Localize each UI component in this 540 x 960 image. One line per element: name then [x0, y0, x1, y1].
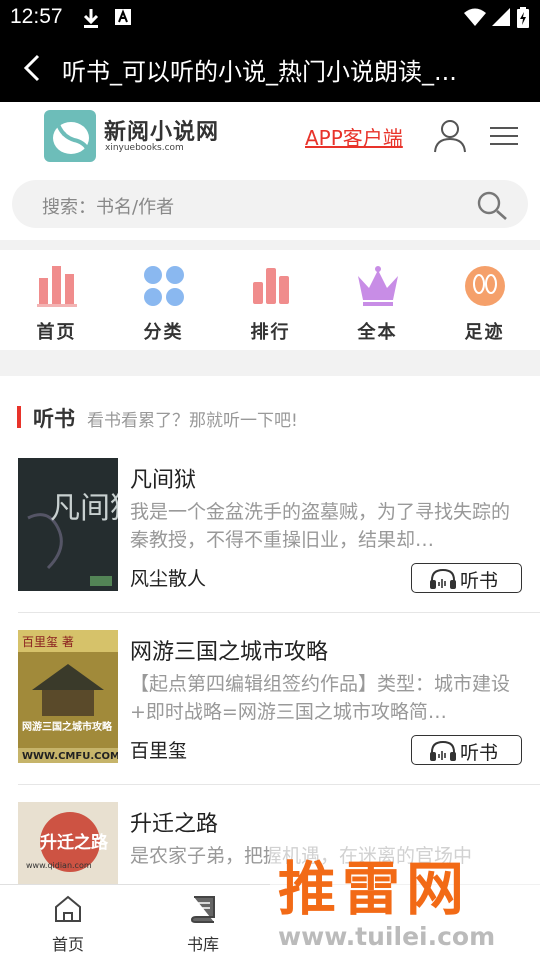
cover-author: 百里玺 著 [22, 635, 74, 649]
nav-item-category[interactable]: 分类 [110, 264, 217, 344]
watermark-url: www.tuilei.com [278, 922, 496, 951]
bar-chart-icon [36, 266, 77, 307]
status-bar: 12:57 [0, 0, 540, 36]
category-nav: 首页 分类 排行 全本 足迹 [0, 250, 540, 350]
nav-item-complete[interactable]: 全本 [324, 264, 431, 344]
headphones-icon [430, 740, 456, 761]
text-a-icon [115, 9, 131, 25]
listen-label: 听书 [460, 570, 499, 592]
bottom-nav-home[interactable]: 首页 [23, 895, 113, 955]
book-cover[interactable]: 凡间狱 [18, 458, 118, 591]
user-icon[interactable] [432, 118, 468, 154]
book-author: 百里玺 [130, 740, 188, 762]
home-icon [55, 895, 81, 922]
listen-button[interactable]: 听书 [411, 735, 522, 765]
footprint-icon [464, 266, 505, 306]
book-icon [190, 896, 215, 923]
section-accent-bar [17, 406, 21, 428]
menu-icon[interactable] [489, 126, 519, 146]
divider [0, 240, 540, 250]
section-subtitle: 看书看累了？那就听一下吧! [87, 411, 298, 431]
divider [18, 784, 540, 785]
book-title[interactable]: 凡间狱 [130, 462, 196, 494]
battery-icon [517, 7, 529, 28]
wifi-icon [464, 8, 486, 26]
book-title[interactable]: 网游三国之城市攻略 [130, 634, 328, 666]
logo-icon[interactable] [44, 110, 96, 162]
nav-item-ranking[interactable]: 排行 [217, 264, 324, 344]
book-item[interactable]: 百里玺 著 网游三国之城市攻略 WWW.CMFU.COM 网游三国之城市攻略 【… [0, 630, 540, 802]
cover-url: www.qidian.com [26, 861, 92, 870]
cover-url: WWW.CMFU.COM [22, 751, 118, 762]
signal-icon [492, 8, 510, 26]
listen-button[interactable]: 听书 [411, 563, 522, 593]
nav-item-home[interactable]: 首页 [3, 264, 110, 344]
back-arrow-icon[interactable] [14, 50, 50, 86]
site-url: xinyuebooks.com [105, 143, 184, 153]
site-name: 新阅小说网 [104, 120, 220, 145]
search-input[interactable]: 搜索：书名/作者 [42, 193, 174, 219]
nav-label: 分类 [143, 322, 184, 343]
status-time: 12:57 [10, 5, 63, 28]
cover-title: 升迁之路 [40, 832, 109, 853]
book-title[interactable]: 升迁之路 [130, 806, 218, 838]
book-description: 我是一个金盆洗手的盗墓贼，为了寻找失踪的秦教授，不得不重操旧业，结果却… [130, 501, 511, 551]
crown-icon [357, 266, 398, 306]
grid-dots-icon [143, 266, 184, 306]
download-icon [83, 9, 99, 28]
watermark: 推雷网 www.tuilei.com [270, 842, 540, 960]
listen-label: 听书 [460, 742, 499, 764]
nav-label: 足迹 [464, 322, 505, 343]
title-bar: 听书_可以听的小说_热门小说朗读_... [0, 36, 540, 102]
bottom-nav-library[interactable]: 书库 [158, 895, 248, 955]
ranking-icon [252, 268, 289, 304]
site-header: 新阅小说网 xinyuebooks.com APP客户端 [0, 102, 540, 170]
bottom-nav-label: 首页 [51, 935, 84, 954]
search-bar[interactable]: 搜索：书名/作者 [12, 180, 528, 228]
divider [0, 350, 540, 376]
watermark-logo: 推雷网 [278, 855, 471, 923]
divider [18, 612, 540, 613]
book-description: 【起点第四编辑组签约作品】类型：城市建设+即时战略=网游三国之城市攻略简… [130, 673, 511, 723]
nav-label: 首页 [36, 322, 77, 343]
headphones-icon [430, 568, 456, 589]
search-icon[interactable] [476, 190, 508, 220]
section-title: 听书 [33, 407, 75, 431]
nav-item-history[interactable]: 足迹 [431, 264, 538, 344]
bottom-nav-label: 书库 [186, 935, 219, 954]
cover-title: 凡间狱 [50, 491, 118, 526]
book-author: 风尘散人 [130, 568, 207, 590]
book-item[interactable]: 凡间狱 凡间狱 我是一个金盆洗手的盗墓贼，为了寻找失踪的秦教授，不得不重操旧业，… [0, 458, 540, 630]
nav-label: 全本 [357, 322, 398, 343]
nav-label: 排行 [250, 322, 291, 343]
app-client-link[interactable]: APP客户端 [305, 122, 403, 151]
cover-title: 网游三国之城市攻略 [22, 720, 113, 733]
page-title: 听书_可以听的小说_热门小说朗读_... [62, 58, 457, 86]
book-cover[interactable]: 百里玺 著 网游三国之城市攻略 WWW.CMFU.COM [18, 630, 118, 763]
